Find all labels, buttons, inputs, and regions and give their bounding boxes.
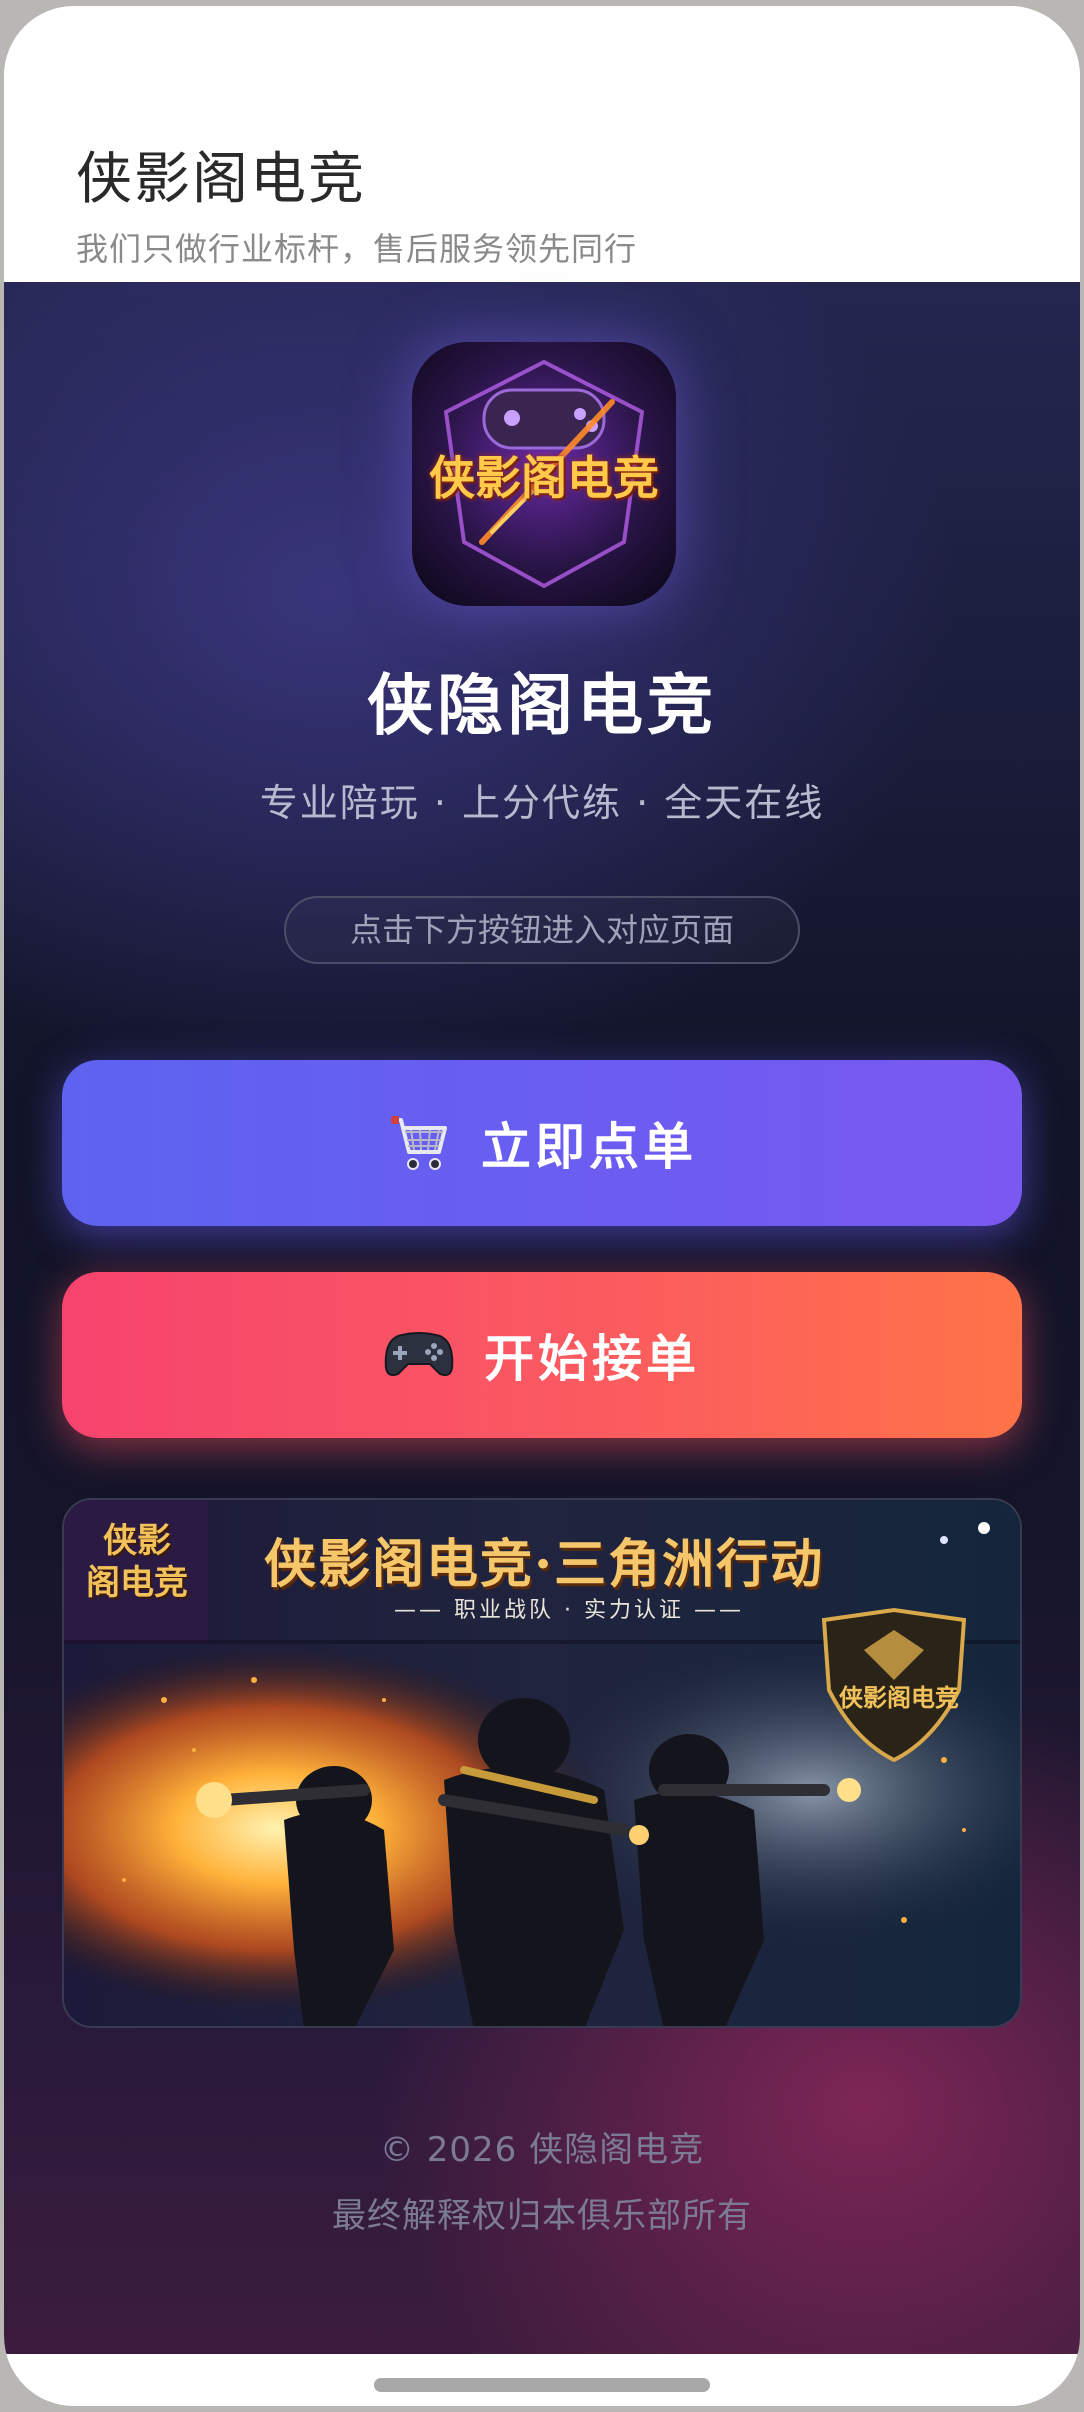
banner-subtitle: —— 职业战队 · 实力认证 ——	[394, 1598, 744, 1623]
system-nav-bar	[4, 2354, 1080, 2406]
brand-name: 侠隐阁电竞	[367, 667, 717, 744]
banner-badge-text: 侠影阁电竞	[839, 1684, 959, 1712]
home-indicator[interactable]	[374, 2378, 710, 2392]
shopping-cart-icon	[387, 1112, 451, 1174]
app-logo: 侠影阁电竞	[412, 342, 676, 606]
start-accepting-button[interactable]: 开始接单	[62, 1272, 1022, 1438]
order-now-label: 立即点单	[481, 1118, 697, 1176]
start-accepting-label: 开始接单	[484, 1330, 700, 1388]
page-header: 侠影阁电竞 我们只做行业标杆，售后服务领先同行	[4, 6, 1080, 282]
hint-pill: 点击下方按钮进入对应页面	[284, 896, 800, 964]
banner-logo-line2: 阁电竞	[86, 1563, 188, 1603]
page-subtitle: 我们只做行业标杆，售后服务领先同行	[76, 230, 638, 268]
banner-logo-text: 侠影 阁电竞	[72, 1520, 202, 1604]
tagline: 专业陪玩 · 上分代练 · 全天在线	[259, 781, 825, 825]
footer-rights: 最终解释权归本俱乐部所有	[332, 2196, 752, 2236]
banner-logo-line1: 侠影	[103, 1521, 171, 1561]
promo-banner[interactable]: 侠影 阁电竞 侠影阁电竞·三角洲行动 —— 职业战队 · 实力认证 —— 侠影阁…	[62, 1498, 1022, 2028]
footer-copyright: © 2026 侠隐阁电竞	[379, 2130, 705, 2170]
phone-screen: 侠影阁电竞 我们只做行业标杆，售后服务领先同行 侠影阁电竞 侠隐阁电竞 专业陪玩…	[4, 6, 1080, 2406]
gamepad-icon	[384, 1330, 454, 1380]
order-now-button[interactable]: 立即点单	[62, 1060, 1022, 1226]
page-title: 侠影阁电竞	[76, 147, 366, 212]
banner-title: 侠影阁电竞·三角洲行动	[264, 1534, 825, 1595]
main-content: 侠影阁电竞 侠隐阁电竞 专业陪玩 · 上分代练 · 全天在线 点击下方按钮进入对…	[4, 282, 1080, 2354]
logo-text: 侠影阁电竞	[429, 451, 659, 505]
